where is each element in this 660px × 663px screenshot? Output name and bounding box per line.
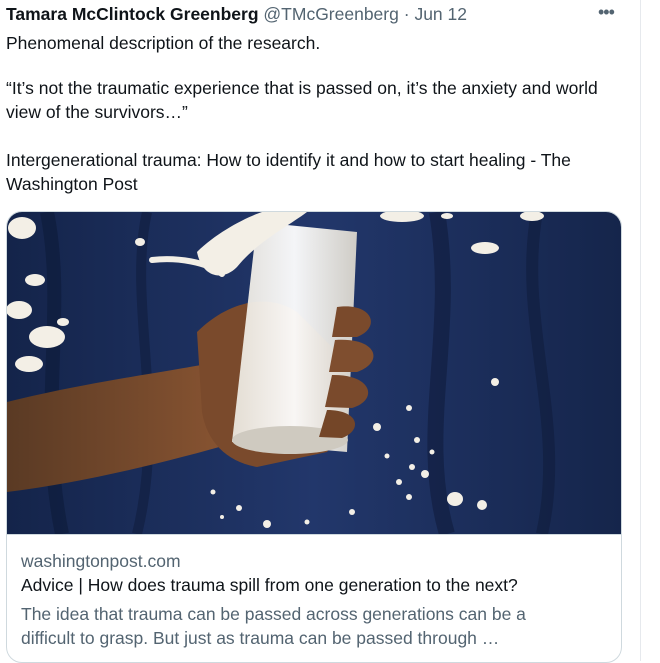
link-preview-card[interactable]: washingtonpost.com Advice | How does tra… <box>6 211 622 663</box>
tweet-text-quote: “It’s not the traumatic experience that … <box>6 78 598 122</box>
card-divider <box>7 534 621 535</box>
tweet-header: Tamara McClintock Greenberg @TMcGreenber… <box>6 3 467 25</box>
card-domain: washingtonpost.com <box>21 551 181 571</box>
timeline-divider <box>640 0 641 661</box>
card-description: The idea that trauma can be passed acros… <box>21 604 526 648</box>
header-separator: · <box>403 4 410 24</box>
tweet-text-link-title: Intergenerational trauma: How to identif… <box>6 150 571 194</box>
more-options-icon[interactable]: ••• <box>598 2 615 23</box>
tweet-text-line-1: Phenomenal description of the research. <box>6 33 321 53</box>
card-title[interactable]: Advice | How does trauma spill from one … <box>21 575 518 596</box>
author-handle[interactable]: @TMcGreenberg <box>263 4 398 24</box>
link-preview-image[interactable] <box>7 212 621 534</box>
author-name[interactable]: Tamara McClintock Greenberg <box>6 4 259 24</box>
tweet-date[interactable]: Jun 12 <box>414 4 467 24</box>
